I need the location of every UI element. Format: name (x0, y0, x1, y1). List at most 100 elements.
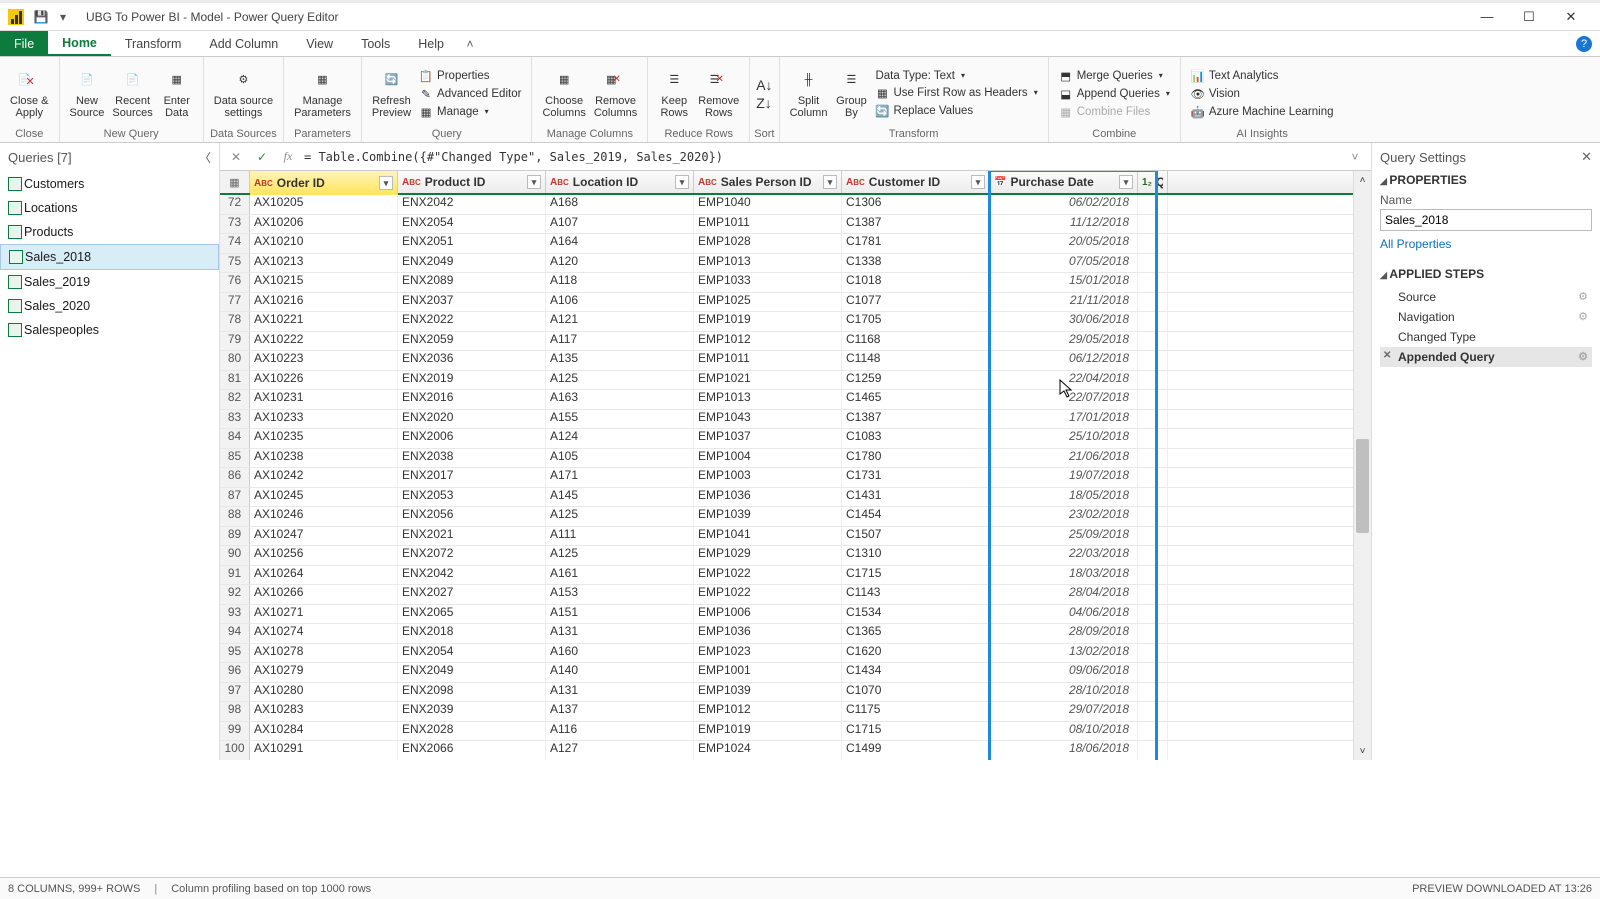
table-cell[interactable]: EMP1021 (694, 371, 842, 390)
table-cell[interactable]: C1715 (842, 566, 990, 585)
table-cell[interactable] (1138, 351, 1168, 370)
table-cell[interactable]: 07/05/2018 (990, 254, 1138, 273)
table-cell[interactable]: A127 (546, 741, 694, 760)
table-cell[interactable] (1138, 293, 1168, 312)
vertical-scrollbar[interactable]: ˄ ˅ (1353, 171, 1371, 760)
table-cell[interactable]: A151 (546, 605, 694, 624)
table-cell[interactable]: AX10238 (250, 449, 398, 468)
table-cell[interactable]: A131 (546, 624, 694, 643)
keep-rows-button[interactable]: ☰Keep Rows (654, 66, 694, 121)
table-cell[interactable]: ENX2042 (398, 195, 546, 214)
step-gear-icon[interactable]: ⚙ (1578, 310, 1588, 323)
table-row[interactable]: 98AX10283ENX2039A137EMP1012C117529/07/20… (220, 702, 1371, 722)
table-cell[interactable]: A121 (546, 312, 694, 331)
table-cell[interactable]: 22/03/2018 (990, 546, 1138, 565)
table-cell[interactable]: A145 (546, 488, 694, 507)
table-cell[interactable]: A125 (546, 507, 694, 526)
table-cell[interactable]: EMP1003 (694, 468, 842, 487)
table-cell[interactable]: AX10213 (250, 254, 398, 273)
table-cell[interactable]: AX10226 (250, 371, 398, 390)
table-cell[interactable]: 21/11/2018 (990, 293, 1138, 312)
enter-data-button[interactable]: ▦Enter Data (157, 66, 197, 121)
table-cell[interactable]: C1620 (842, 644, 990, 663)
table-cell[interactable]: 20/05/2018 (990, 234, 1138, 253)
table-cell[interactable]: AX10223 (250, 351, 398, 370)
table-cell[interactable]: EMP1011 (694, 215, 842, 234)
table-cell[interactable]: AX10233 (250, 410, 398, 429)
append-queries-button[interactable]: ⬓Append Queries▾ (1055, 86, 1174, 102)
table-cell[interactable]: A107 (546, 215, 694, 234)
table-row[interactable]: 77AX10216ENX2037A106EMP1025C107721/11/20… (220, 293, 1371, 313)
table-cell[interactable]: A161 (546, 566, 694, 585)
remove-rows-button[interactable]: ☰✕Remove Rows (694, 66, 743, 121)
table-cell[interactable]: A117 (546, 332, 694, 351)
table-cell[interactable] (1138, 527, 1168, 546)
table-cell[interactable]: ENX2018 (398, 624, 546, 643)
data-type-button[interactable]: Data Type: Text▾ (871, 69, 1041, 83)
column-header-purchase-date[interactable]: 📅Purchase Date▾ (990, 171, 1138, 193)
table-cell[interactable] (1138, 683, 1168, 702)
table-cell[interactable] (1138, 371, 1168, 390)
table-cell[interactable]: A131 (546, 683, 694, 702)
table-cell[interactable]: ENX2065 (398, 605, 546, 624)
table-cell[interactable]: AX10256 (250, 546, 398, 565)
table-cell[interactable] (1138, 332, 1168, 351)
table-cell[interactable]: EMP1022 (694, 566, 842, 585)
table-cell[interactable]: EMP1036 (694, 624, 842, 643)
applied-step-navigation[interactable]: Navigation⚙ (1380, 307, 1592, 327)
sort-asc-button[interactable]: A↓ (756, 77, 772, 93)
column-header-sales-person-id[interactable]: ABCSales Person ID▾ (694, 171, 842, 193)
sort-desc-button[interactable]: Z↓ (756, 95, 772, 111)
table-cell[interactable]: ENX2038 (398, 449, 546, 468)
table-cell[interactable]: AX10284 (250, 722, 398, 741)
table-cell[interactable]: 11/12/2018 (990, 215, 1138, 234)
table-row[interactable]: 90AX10256ENX2072A125EMP1029C131022/03/20… (220, 546, 1371, 566)
table-cell[interactable]: A124 (546, 429, 694, 448)
cancel-formula-icon[interactable]: ✕ (226, 150, 246, 164)
table-cell[interactable]: A171 (546, 468, 694, 487)
table-cell[interactable]: 18/06/2018 (990, 741, 1138, 760)
table-cell[interactable]: 08/10/2018 (990, 722, 1138, 741)
fx-icon[interactable]: fx (278, 149, 298, 164)
table-cell[interactable]: ENX2059 (398, 332, 546, 351)
table-cell[interactable]: A168 (546, 195, 694, 214)
table-cell[interactable]: 25/09/2018 (990, 527, 1138, 546)
table-cell[interactable]: C1148 (842, 351, 990, 370)
table-cell[interactable]: ENX2053 (398, 488, 546, 507)
save-icon[interactable]: 💾 (32, 8, 50, 26)
table-cell[interactable]: EMP1013 (694, 390, 842, 409)
table-cell[interactable] (1138, 722, 1168, 741)
table-cell[interactable]: AX10274 (250, 624, 398, 643)
table-cell[interactable]: 18/05/2018 (990, 488, 1138, 507)
table-cell[interactable]: ENX2072 (398, 546, 546, 565)
table-cell[interactable]: C1507 (842, 527, 990, 546)
table-cell[interactable]: 30/06/2018 (990, 312, 1138, 331)
table-cell[interactable]: C1077 (842, 293, 990, 312)
table-cell[interactable]: AX10271 (250, 605, 398, 624)
table-cell[interactable]: EMP1019 (694, 722, 842, 741)
table-cell[interactable]: EMP1028 (694, 234, 842, 253)
table-cell[interactable]: C1259 (842, 371, 990, 390)
table-row[interactable]: 95AX10278ENX2054A160EMP1023C162013/02/20… (220, 644, 1371, 664)
refresh-preview-button[interactable]: 🔄Refresh Preview (368, 66, 415, 121)
table-cell[interactable]: EMP1012 (694, 702, 842, 721)
table-cell[interactable] (1138, 195, 1168, 214)
all-properties-link[interactable]: All Properties (1380, 237, 1451, 251)
table-cell[interactable]: EMP1040 (694, 195, 842, 214)
tab-file[interactable]: File (0, 31, 48, 56)
table-cell[interactable]: EMP1023 (694, 644, 842, 663)
table-cell[interactable]: C1387 (842, 215, 990, 234)
table-cell[interactable]: AX10206 (250, 215, 398, 234)
close-settings-icon[interactable]: ✕ (1581, 149, 1592, 165)
table-cell[interactable]: AX10222 (250, 332, 398, 351)
table-cell[interactable]: A163 (546, 390, 694, 409)
query-name-input[interactable] (1380, 209, 1592, 231)
vision-button[interactable]: 👁Vision (1187, 86, 1338, 102)
query-item-locations[interactable]: Locations (0, 196, 219, 220)
table-cell[interactable]: AX10280 (250, 683, 398, 702)
table-cell[interactable]: EMP1033 (694, 273, 842, 292)
table-row[interactable]: 79AX10222ENX2059A117EMP1012C116829/05/20… (220, 332, 1371, 352)
qat-dropdown-icon[interactable]: ▾ (54, 8, 72, 26)
table-cell[interactable]: ENX2019 (398, 371, 546, 390)
table-cell[interactable]: ENX2051 (398, 234, 546, 253)
